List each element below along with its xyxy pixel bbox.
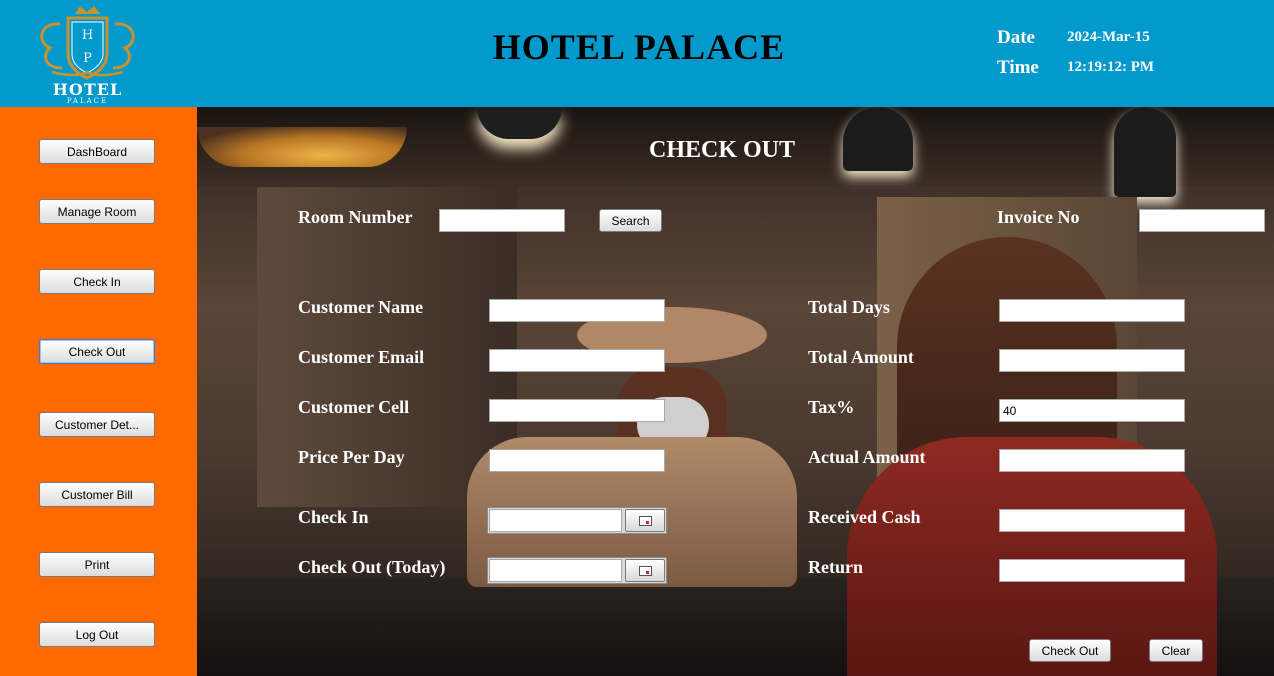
logo-initial-p: P [83,51,92,66]
sidebar-item-customer-bill[interactable]: Customer Bill [39,482,155,507]
check-out-date-input[interactable] [489,559,622,582]
calendar-icon [639,516,652,526]
return-label: Return [808,557,863,577]
clear-button[interactable]: Clear [1149,639,1203,662]
total-amount-label: Total Amount [808,347,914,367]
total-days-input[interactable] [999,299,1185,322]
app-title: HOTEL PALACE [492,27,786,67]
sidebar-item-dashboard[interactable]: DashBoard [39,139,155,164]
sidebar-item-print[interactable]: Print [39,552,155,577]
room-number-input[interactable] [439,209,565,232]
total-days-label: Total Days [808,297,890,317]
check-out-button[interactable]: Check Out [1029,639,1111,662]
return-input[interactable] [999,559,1185,582]
logo-initial-h: H [82,28,93,43]
time-value: 12:19:12: PM [1067,59,1155,75]
invoice-no-label: Invoice No [997,207,1080,227]
sidebar-item-log-out[interactable]: Log Out [39,622,155,647]
sidebar-item-manage-room[interactable]: Manage Room [39,199,155,224]
received-cash-label: Received Cash [808,507,921,527]
actual-amount-input[interactable] [999,449,1185,472]
form-title: CHECK OUT [649,137,796,163]
received-cash-input[interactable] [999,509,1185,532]
price-per-day-input[interactable] [489,449,665,472]
sidebar-item-customer-details[interactable]: Customer Det... [39,412,155,437]
check-out-calendar-button[interactable] [625,559,665,582]
room-number-label: Room Number [298,207,413,227]
hotel-logo: H P HOTEL PALACE [30,2,145,105]
tax-input[interactable] [999,399,1185,422]
customer-name-label: Customer Name [298,297,424,317]
check-in-label: Check In [298,507,369,527]
actual-amount-label: Actual Amount [808,447,926,467]
check-in-date-input[interactable] [489,509,622,532]
search-button[interactable]: Search [599,209,662,232]
customer-name-input[interactable] [489,299,665,322]
invoice-no-input[interactable] [1139,209,1265,232]
calendar-icon [639,566,652,576]
price-per-day-label: Price Per Day [298,447,405,467]
check-out-label: Check Out (Today) [298,557,446,577]
logo-subword: PALACE [66,97,109,105]
time-label: Time [997,57,1039,78]
date-value: 2024-Mar-15 [1067,29,1150,45]
date-label: Date [997,27,1035,48]
sidebar-item-check-out[interactable]: Check Out [39,339,155,364]
sidebar-item-check-in[interactable]: Check In [39,269,155,294]
customer-email-label: Customer Email [298,347,425,367]
customer-cell-label: Customer Cell [298,397,410,417]
customer-cell-input[interactable] [489,399,665,422]
customer-email-input[interactable] [489,349,665,372]
background-photo [197,107,1274,676]
checkout-panel: CHECK OUT Room Number Search Invoice No … [197,107,1274,676]
tax-label: Tax% [808,397,855,417]
check-in-calendar-button[interactable] [625,509,665,532]
app-header: H P HOTEL PALACE HOTEL PALACE Date 2024-… [0,0,1274,107]
sidebar: DashBoard Manage Room Check In Check Out… [0,107,197,676]
total-amount-input[interactable] [999,349,1185,372]
